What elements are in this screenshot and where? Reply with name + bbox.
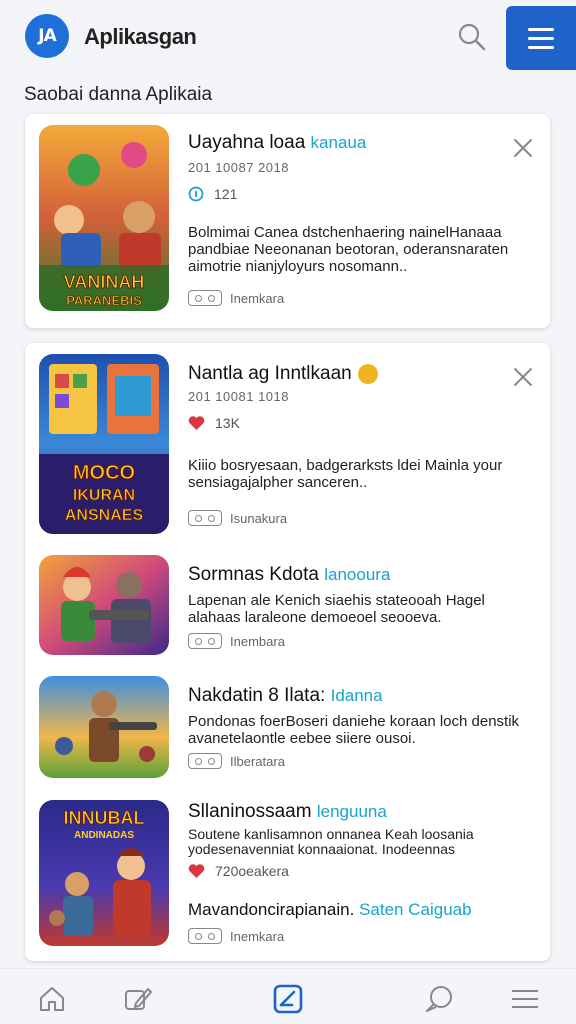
item-footer: Inemkara [188,290,284,306]
link-icon [188,510,222,526]
chat-icon [426,986,452,1012]
heart-icon [188,864,205,878]
svg-text:VANINAH: VANINAH [64,272,145,292]
svg-text:INNUBAL: INNUBAL [64,808,145,828]
app-thumbnail[interactable]: VANINAH PARANEBIS [39,125,169,311]
app-logo[interactable]: JA [25,14,69,58]
item-footer: Inemkara [188,928,284,944]
search-icon [458,23,486,51]
item-title[interactable]: Sllaninossaam lenguuna [188,801,387,823]
app-card: MOCO IKURAN ANSNAES Nantla ag Inntlkaan … [25,343,550,961]
link-icon [188,753,222,769]
item-description: Pondonas foerBoseri daniehe koraan loch … [188,713,520,747]
item-subtitle: Mavandoncirapianain. Saten Caiguab [188,900,472,919]
nav-chat[interactable] [423,983,455,1015]
close-icon[interactable] [512,137,534,159]
svg-text:PARANEBIS: PARANEBIS [66,293,142,308]
item-stat: 720oeakera [188,863,289,879]
link-icon [188,290,222,306]
nav-tasks[interactable] [272,983,304,1015]
svg-text:IKURAN: IKURAN [73,487,135,504]
item-footer: Inembara [188,633,285,649]
app-thumbnail[interactable]: MOCO IKURAN ANSNAES [39,354,169,534]
section-title: Saobai danna Aplikaia [24,84,213,105]
app-thumbnail[interactable]: INNUBAL ANDINADAS [39,800,169,946]
item-description: Bolmimai Canea dstchenhaering nainelHana… [188,224,509,275]
list-icon [512,990,538,1008]
item-description: Lapenan ale Kenich siaehis stateooah Hag… [188,592,485,626]
app-thumbnail[interactable] [39,555,169,655]
app-title: Aplikasgan [84,24,197,49]
nav-home[interactable] [36,983,68,1015]
item-tag: kanaua [310,133,367,152]
item-title[interactable]: Uayahna loaa kanaua [188,132,366,154]
link-icon [188,633,222,649]
app-thumbnail[interactable] [39,676,169,778]
item-footer: Isunakura [188,510,287,526]
menu-button[interactable] [506,6,576,70]
item-tag: Idanna [330,686,383,705]
heart-icon [188,416,205,430]
item-tag: lenguuna [316,802,387,821]
svg-text:ANSNAES: ANSNAES [65,507,144,524]
item-description: Kiiio bosryesaan, badgerarksts ldei Main… [188,457,503,491]
emoji-icon [357,363,378,384]
home-icon [40,987,64,1011]
svg-text:ANDINADAS: ANDINADAS [74,830,134,841]
item-stat: 121 [188,186,237,202]
link-icon [188,928,222,944]
nav-edit[interactable] [122,983,154,1015]
check-icon [273,984,303,1014]
nav-list[interactable] [509,983,541,1015]
item-title[interactable]: Nakdatin 8 Ilata: Idanna [188,685,383,707]
svg-text:MOCO: MOCO [73,462,135,484]
search-button[interactable] [455,20,489,54]
bottom-nav [0,968,576,1024]
app-card: VANINAH PARANEBIS Uayahna loaa kanaua 20… [25,114,550,328]
item-stat: 13K [188,415,240,431]
edit-icon [125,988,152,1010]
item-footer: Ilberatara [188,753,285,769]
item-tag: lanooura [324,565,391,584]
item-description: Soutene kanlisamnon onnanea Keah loosani… [188,826,474,857]
item-title[interactable]: Sormnas Kdota lanooura [188,564,390,586]
hamburger-icon [528,27,554,31]
item-title[interactable]: Nantla ag Inntlkaan [188,363,378,385]
item-sub-tag: Saten Caiguab [359,900,472,919]
item-meta: 201 10087 2018 [188,160,289,175]
info-icon [188,186,204,202]
close-icon[interactable] [512,366,534,388]
app-header: JA Aplikasgan [0,0,576,76]
item-meta: 201 10081 1018 [188,389,289,404]
